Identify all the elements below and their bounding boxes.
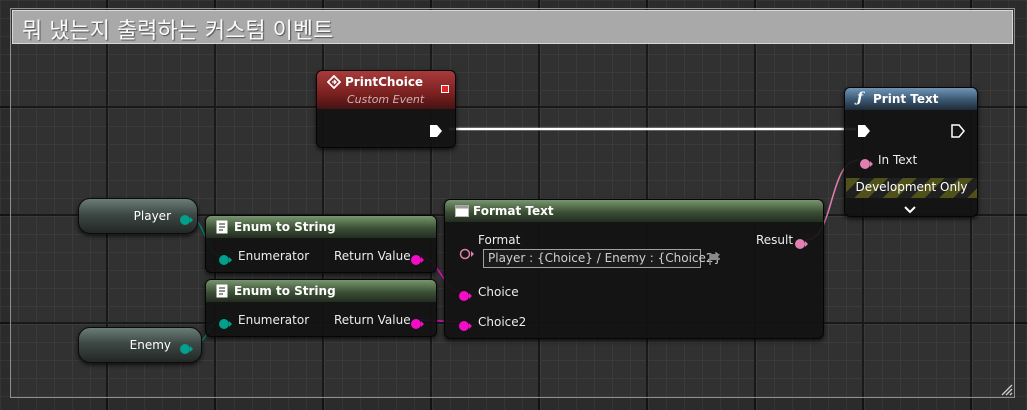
blueprint-graph-canvas[interactable]: 뭐 냈는지 출력하는 커스텀 이벤트 PrintChoice Custom Ev… xyxy=(0,0,1027,410)
expand-chevron-icon[interactable] xyxy=(904,200,916,219)
print-choice-header[interactable]: PrintChoice Custom Event xyxy=(317,71,455,109)
enumerator-pin-icon[interactable] xyxy=(218,315,232,334)
development-only-label: Development Only xyxy=(855,180,968,194)
enemy-variable-label: Enemy xyxy=(129,338,171,352)
format-text-node[interactable]: Format Text Format Player : {Choice} / E… xyxy=(444,199,824,339)
enum-to-string-title: Enum to String xyxy=(234,284,336,298)
return-value-pin-icon[interactable] xyxy=(410,315,424,334)
delegate-pin-icon[interactable] xyxy=(441,85,449,93)
format-text-icon xyxy=(455,205,469,219)
print-text-node[interactable]: ƒ Print Text In Text Development Only xyxy=(844,87,978,217)
choice-label: Choice xyxy=(478,285,519,299)
format-text-header[interactable]: Format Text xyxy=(445,200,823,222)
localization-flag-icon[interactable] xyxy=(708,251,722,270)
return-value-pin-icon[interactable] xyxy=(410,251,424,270)
choice2-label: Choice2 xyxy=(478,315,527,329)
function-doc-icon xyxy=(216,284,228,298)
format-label: Format xyxy=(478,233,521,247)
exec-out-pin-icon[interactable] xyxy=(429,123,443,142)
player-output-pin-icon[interactable] xyxy=(179,211,193,230)
development-only-banner: Development Only xyxy=(846,178,977,198)
print-choice-title: PrintChoice xyxy=(345,75,424,89)
choice-pin-icon[interactable] xyxy=(458,287,472,306)
function-doc-icon xyxy=(216,220,228,234)
result-label: Result xyxy=(756,233,794,247)
enemy-variable-node[interactable]: Enemy xyxy=(78,327,202,363)
player-variable-label: Player xyxy=(133,209,171,223)
enum-to-string-title: Enum to String xyxy=(234,220,336,234)
exec-in-pin-icon[interactable] xyxy=(857,123,871,142)
print-text-title: Print Text xyxy=(873,92,939,106)
enumerator-label: Enumerator xyxy=(238,313,310,327)
return-value-label: Return Value xyxy=(334,313,411,327)
player-variable-node[interactable]: Player xyxy=(78,198,198,234)
in-text-pin-icon[interactable] xyxy=(859,155,873,174)
result-pin-icon[interactable] xyxy=(794,235,808,254)
in-text-label: In Text xyxy=(878,153,918,167)
return-value-label: Return Value xyxy=(334,249,411,263)
resize-grip-icon[interactable] xyxy=(999,382,1013,396)
enum-to-string-header[interactable]: Enum to String xyxy=(206,216,436,238)
enum-to-string-node[interactable]: Enum to String Enumerator Return Value xyxy=(205,215,437,273)
enumerator-label: Enumerator xyxy=(238,249,310,263)
print-choice-subtitle: Custom Event xyxy=(347,93,425,106)
format-text-input[interactable]: Player : {Choice} / Enemy : {Choice2} xyxy=(483,249,721,268)
choice2-pin-icon[interactable] xyxy=(458,317,472,336)
format-text-title: Format Text xyxy=(473,204,554,218)
print-text-header[interactable]: ƒ Print Text xyxy=(845,88,977,110)
event-diamond-icon xyxy=(326,74,342,90)
enemy-output-pin-icon[interactable] xyxy=(179,340,193,359)
enum-to-string-header[interactable]: Enum to String xyxy=(206,280,436,302)
enumerator-pin-icon[interactable] xyxy=(218,251,232,270)
print-choice-node[interactable]: PrintChoice Custom Event xyxy=(316,70,456,148)
exec-out-pin-icon[interactable] xyxy=(951,123,965,142)
comment-title: 뭐 냈는지 출력하는 커스텀 이벤트 xyxy=(22,19,334,44)
function-icon: ƒ xyxy=(857,90,864,106)
format-pin-icon[interactable] xyxy=(459,245,475,264)
enum-to-string-node[interactable]: Enum to String Enumerator Return Value xyxy=(205,279,437,337)
